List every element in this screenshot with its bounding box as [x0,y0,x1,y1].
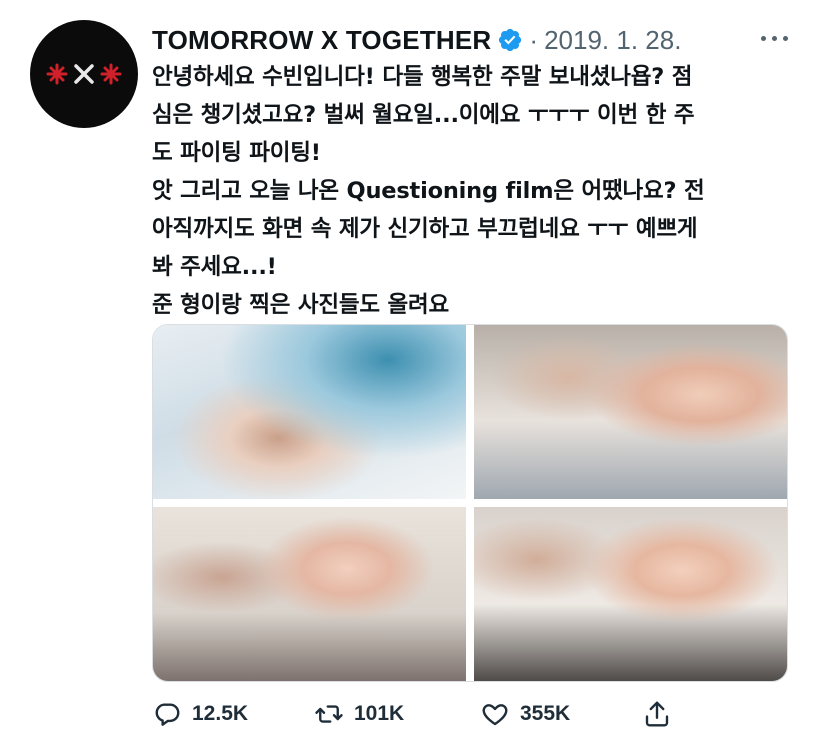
reply-icon [155,703,180,726]
retweet-button[interactable]: 101K [314,694,404,734]
media-grid [152,324,788,682]
reply-button[interactable]: 12.5K [152,694,248,734]
verified-badge-icon [499,28,522,52]
photo-3[interactable] [153,507,466,681]
separator-dot: · [529,24,539,55]
heart-icon [482,704,508,726]
more-dots-icon[interactable] [754,26,794,50]
like-button[interactable]: 355K [480,694,570,734]
photo-1[interactable] [153,325,466,499]
avatar[interactable] [30,20,138,128]
share-icon [645,701,669,727]
tweet-header: TOMORROW X TOGETHER · 2019. 1. 28. [152,22,681,58]
action-bar: 12.5K 101K 355K [152,694,812,734]
photo-2[interactable] [474,325,787,499]
reply-count: 12.5K [192,702,249,725]
author-name[interactable]: TOMORROW X TOGETHER [152,25,491,56]
share-button[interactable] [642,694,672,734]
txt-logo [46,63,122,85]
like-count: 355K [520,702,571,725]
retweet-icon [315,705,343,723]
retweet-count: 101K [354,702,405,725]
tweet-date[interactable]: 2019. 1. 28. [544,25,681,56]
photo-4[interactable] [474,507,787,681]
tweet-text: 안녕하세요 수빈입니다! 다들 행복한 주말 보내셨나욥? 점 심은 챙기셨고요… [152,64,705,318]
